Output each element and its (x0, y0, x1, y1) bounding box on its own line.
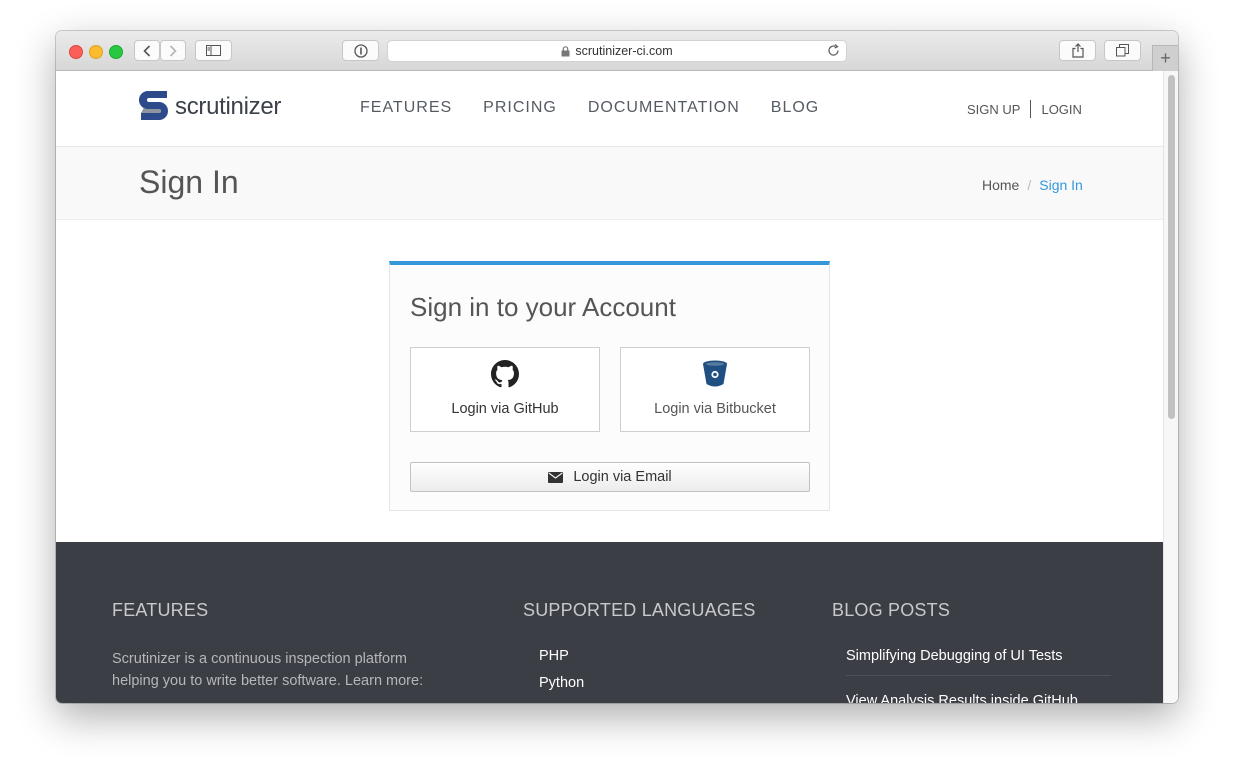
github-icon (491, 360, 519, 388)
page-title-bar: Sign In Home / Sign In (56, 147, 1163, 220)
browser-toolbar: scrutinizer-ci.com + (56, 31, 1178, 71)
site-footer: FEATURES SUPPORTED LANGUAGES BLOG POSTS … (56, 542, 1163, 703)
footer-features-text: Scrutinizer is a continuous inspection p… (112, 651, 424, 689)
sidebar-toggle-button[interactable] (195, 40, 232, 61)
nav-pricing[interactable]: PRICING (483, 99, 557, 117)
auth-divider (1030, 100, 1032, 118)
browser-window: scrutinizer-ci.com + scrutinizer FEATURE… (56, 31, 1178, 703)
minimize-window-button[interactable] (89, 45, 103, 59)
bitbucket-login-label: Login via Bitbucket (654, 401, 776, 417)
nav-features[interactable]: FEATURES (360, 99, 452, 117)
sidebar-icon (206, 45, 221, 56)
bitbucket-icon (703, 360, 727, 387)
nav-documentation[interactable]: DOCUMENTATION (588, 99, 740, 117)
plus-icon: + (1160, 48, 1171, 68)
breadcrumb: Home / Sign In (982, 177, 1083, 193)
address-bar[interactable]: scrutinizer-ci.com (387, 40, 847, 62)
info-icon (353, 43, 368, 58)
blog-post-list: Simplifying Debugging of UI Tests View A… (846, 648, 1111, 703)
back-button[interactable] (134, 40, 160, 61)
nav-blog[interactable]: BLOG (771, 99, 819, 117)
footer-languages-heading: SUPPORTED LANGUAGES (523, 600, 756, 620)
lock-icon (561, 45, 570, 56)
share-icon (1071, 43, 1084, 58)
close-window-button[interactable] (69, 45, 83, 59)
signin-card: Sign in to your Account Login via GitHub (389, 261, 830, 511)
github-login-button[interactable]: Login via GitHub (410, 347, 600, 432)
signin-card-title: Sign in to your Account (410, 292, 676, 322)
footer-blog-heading: BLOG POSTS (832, 600, 951, 620)
language-list: PHP Python (539, 648, 584, 702)
tabs-icon (1116, 44, 1129, 57)
sign-up-link[interactable]: SIGN UP (967, 102, 1020, 117)
email-login-button[interactable]: Login via Email (410, 462, 810, 492)
tabs-overview-button[interactable] (1104, 40, 1141, 61)
reader-info-button[interactable] (342, 40, 379, 61)
logo-text: scrutinizer (175, 93, 282, 120)
forward-button[interactable] (160, 40, 186, 61)
bitbucket-login-button[interactable]: Login via Bitbucket (620, 347, 810, 432)
site-logo[interactable]: scrutinizer (139, 89, 281, 125)
site-header: scrutinizer FEATURES PRICING DOCUMENTATI… (56, 71, 1163, 147)
new-tab-button[interactable]: + (1152, 45, 1178, 71)
main-nav: FEATURES PRICING DOCUMENTATION BLOG (360, 99, 850, 117)
zoom-window-button[interactable] (109, 45, 123, 59)
chevron-left-icon (143, 44, 151, 57)
scrollbar-thumb[interactable] (1168, 75, 1175, 419)
page-scrollbar[interactable] (1163, 71, 1178, 703)
scrutinizer-logo-icon (139, 91, 168, 120)
breadcrumb-separator: / (1027, 177, 1032, 193)
language-link-php[interactable]: PHP (539, 648, 584, 675)
breadcrumb-home[interactable]: Home (982, 177, 1019, 193)
chevron-right-icon (169, 44, 177, 57)
auth-links: SIGN UP LOGIN (967, 100, 1082, 118)
blog-post-link[interactable]: View Analysis Results inside GitHub (846, 693, 1111, 703)
share-button[interactable] (1059, 40, 1096, 61)
email-login-label: Login via Email (573, 469, 672, 485)
blog-post-link[interactable]: Simplifying Debugging of UI Tests (846, 648, 1111, 676)
url-text: scrutinizer-ci.com (575, 44, 673, 58)
login-link[interactable]: LOGIN (1041, 102, 1081, 117)
github-login-label: Login via GitHub (451, 401, 559, 417)
page-viewport: scrutinizer FEATURES PRICING DOCUMENTATI… (56, 71, 1163, 703)
envelope-icon (548, 471, 564, 483)
reload-icon[interactable] (827, 44, 840, 57)
breadcrumb-current: Sign In (1039, 177, 1083, 193)
language-link-python[interactable]: Python (539, 675, 584, 702)
page-title: Sign In (139, 164, 239, 200)
footer-features-heading: FEATURES (112, 600, 209, 620)
